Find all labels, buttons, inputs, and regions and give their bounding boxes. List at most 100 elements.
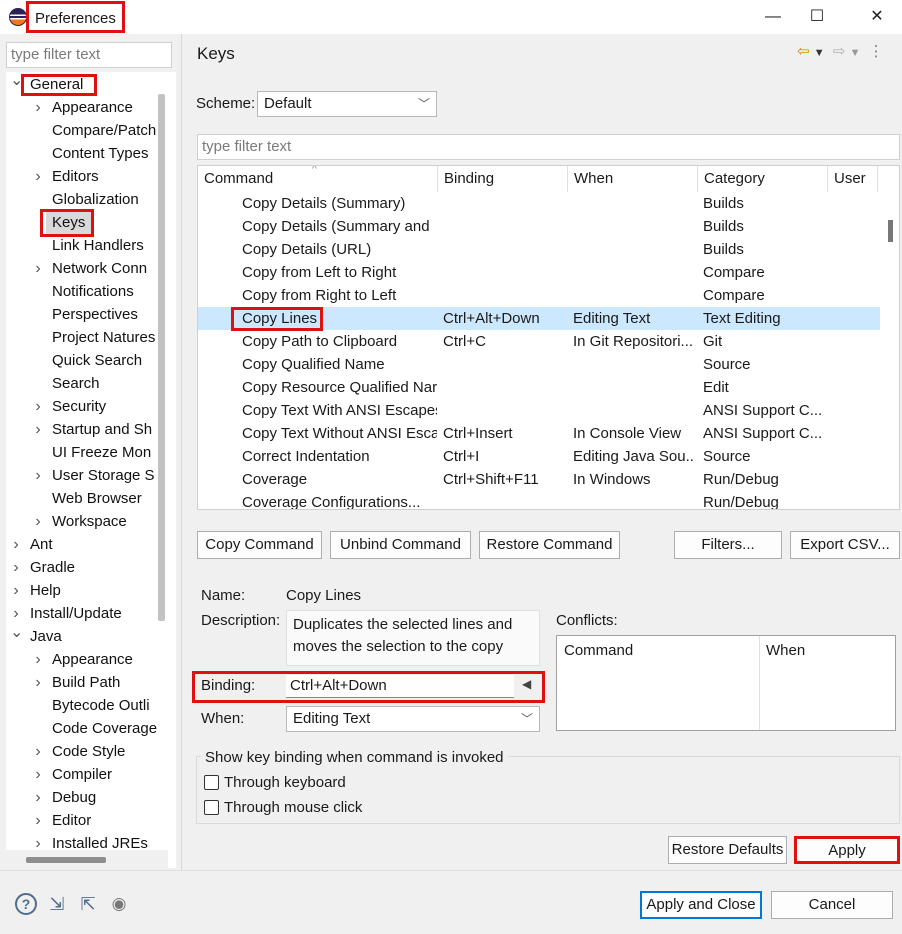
minimize-button[interactable]: —	[750, 0, 796, 34]
table-row[interactable]: Coverage Ctrl+Shift+F11 In Windows Run/Debu…	[198, 468, 880, 491]
tree-item[interactable]: UI Freeze Mon	[6, 441, 158, 464]
import-icon[interactable]: ⇲	[46, 893, 68, 915]
help-icon[interactable]: ?	[15, 893, 37, 915]
tree-item[interactable]: › User Storage S	[6, 464, 158, 487]
chevron-right-icon[interactable]: ›	[32, 165, 44, 188]
conflicts-header-command[interactable]: Command	[564, 642, 633, 659]
maximize-button[interactable]: ☐	[794, 0, 840, 34]
record-icon[interactable]: ◉	[108, 893, 130, 915]
apply-and-close-button[interactable]: Apply and Close	[640, 891, 762, 919]
column-header-when[interactable]: When	[568, 166, 698, 192]
filters-button[interactable]: Filters...	[674, 531, 782, 559]
tree-item[interactable]: Search	[6, 372, 158, 395]
tree-item[interactable]: Code Coverage	[6, 717, 158, 740]
forward-menu-chevron-icon[interactable]: ▼	[850, 47, 861, 59]
chevron-right-icon[interactable]: ›	[32, 740, 44, 763]
tree-item[interactable]: Content Types	[6, 142, 158, 165]
column-header-category[interactable]: Category	[698, 166, 828, 192]
tree-item[interactable]: Link Handlers	[6, 234, 158, 257]
tree-item[interactable]: › Security	[6, 395, 158, 418]
tree-item[interactable]: Bytecode Outli	[6, 694, 158, 717]
view-menu-icon[interactable]: ⋮	[869, 43, 884, 60]
table-row[interactable]: Copy Resource Qualified Nar Edit	[198, 376, 880, 399]
table-row[interactable]: Correct Indentation Ctrl+I Editing Java So…	[198, 445, 880, 468]
copy-command-button[interactable]: Copy Command	[197, 531, 322, 559]
export-csv-button[interactable]: Export CSV...	[790, 531, 900, 559]
tree-item[interactable]: › Gradle	[6, 556, 158, 579]
tree-filter-input[interactable]: type filter text	[6, 42, 172, 68]
chevron-right-icon[interactable]: ›	[10, 533, 22, 556]
column-header-user[interactable]: User	[828, 166, 878, 192]
tree-item[interactable]: › Startup and Sh	[6, 418, 158, 441]
tree-item[interactable]: › Editors	[6, 165, 158, 188]
tree-item[interactable]: › Appearance	[6, 96, 158, 119]
chevron-right-icon[interactable]: ›	[32, 786, 44, 809]
chevron-down-icon[interactable]: ⌄	[10, 621, 23, 644]
table-row[interactable]: Copy Text With ANSI Escapes ANSI Support …	[198, 399, 880, 422]
tree-item[interactable]: ⌄ Java	[6, 624, 158, 648]
tree-item[interactable]: › Code Style	[6, 740, 158, 763]
tree-item[interactable]: › Workspace	[6, 510, 158, 533]
chevron-right-icon[interactable]: ›	[32, 809, 44, 832]
chevron-right-icon[interactable]: ›	[32, 395, 44, 418]
chevron-right-icon[interactable]: ›	[32, 257, 44, 280]
restore-command-button[interactable]: Restore Command	[479, 531, 620, 559]
pane-divider[interactable]	[181, 34, 182, 870]
through-keyboard-label[interactable]: Through keyboard	[224, 774, 346, 791]
tree-item[interactable]: › Debug	[6, 786, 158, 809]
forward-arrow-icon[interactable]: ⇨	[833, 43, 846, 60]
tree-horizontal-scrollbar[interactable]	[26, 857, 106, 863]
tree-item[interactable]: › Ant	[6, 533, 158, 556]
tree-item[interactable]: Notifications	[6, 280, 158, 303]
table-row[interactable]: Copy from Right to Left Compare	[198, 284, 880, 307]
tree-vertical-scrollbar[interactable]	[158, 94, 165, 621]
table-row[interactable]: Copy from Left to Right Compare	[198, 261, 880, 284]
tree-item[interactable]: Compare/Patch	[6, 119, 158, 142]
chevron-right-icon[interactable]: ›	[32, 763, 44, 786]
preference-tree[interactable]: ⌄ General › Appearance Compare/Patch Content …	[6, 72, 176, 868]
tree-item[interactable]: › Build Path	[6, 671, 158, 694]
chevron-right-icon[interactable]: ›	[10, 579, 22, 602]
when-select[interactable]: Editing Text ﹀	[286, 706, 540, 732]
table-row[interactable]: Copy Text Without ANSI Esca Ctrl+Insert In…	[198, 422, 880, 445]
chevron-right-icon[interactable]: ›	[32, 96, 44, 119]
apply-button[interactable]: Apply	[794, 836, 900, 864]
close-button[interactable]: ✕	[854, 0, 900, 34]
column-header-binding[interactable]: Binding	[438, 166, 568, 192]
tree-item[interactable]: › Help	[6, 579, 158, 602]
tree-item[interactable]: › Compiler	[6, 763, 158, 786]
through-keyboard-checkbox[interactable]	[204, 775, 219, 790]
restore-defaults-button[interactable]: Restore Defaults	[668, 836, 787, 864]
export-icon[interactable]: ⇱	[77, 893, 99, 915]
tree-item[interactable]: Quick Search	[6, 349, 158, 372]
tree-item[interactable]: Web Browser	[6, 487, 158, 510]
chevron-right-icon[interactable]: ›	[32, 671, 44, 694]
table-row[interactable]: Copy Details (Summary) Builds	[198, 192, 880, 215]
back-arrow-icon[interactable]: ⇦	[797, 43, 810, 60]
chevron-right-icon[interactable]: ›	[32, 418, 44, 441]
through-mouse-label[interactable]: Through mouse click	[224, 799, 362, 816]
tree-item[interactable]: › Install/Update	[6, 602, 158, 625]
binding-input[interactable]: Ctrl+Alt+Down	[286, 675, 514, 698]
chevron-right-icon[interactable]: ›	[32, 464, 44, 487]
through-mouse-checkbox[interactable]	[204, 800, 219, 815]
table-row[interactable]: Copy Qualified Name Source	[198, 353, 880, 376]
command-filter-input[interactable]: type filter text	[197, 134, 900, 160]
table-row[interactable]: Copy Details (URL) Builds	[198, 238, 880, 261]
table-row[interactable]: Copy Details (Summary and Builds	[198, 215, 880, 238]
chevron-right-icon[interactable]: ›	[32, 510, 44, 533]
tree-item[interactable]: Perspectives	[6, 303, 158, 326]
tree-item[interactable]: Globalization	[6, 188, 158, 211]
table-row[interactable]: Copy Path to Clipboard Ctrl+C In Git Repos…	[198, 330, 880, 353]
keys-table[interactable]: Command ^ Binding When Category User Cop…	[197, 165, 900, 510]
tree-item[interactable]: › Network Conn	[6, 257, 158, 280]
conflicts-table[interactable]: Command When	[556, 635, 896, 731]
table-vertical-scrollbar[interactable]	[888, 220, 893, 242]
cancel-button[interactable]: Cancel	[771, 891, 893, 919]
chevron-right-icon[interactable]: ›	[32, 648, 44, 671]
chevron-right-icon[interactable]: ›	[10, 556, 22, 579]
tree-item[interactable]: › Appearance	[6, 648, 158, 671]
unbind-command-button[interactable]: Unbind Command	[330, 531, 471, 559]
tree-item[interactable]: Project Natures	[6, 326, 158, 349]
table-row[interactable]: Coverage Configurations... Run/Debug	[198, 491, 880, 509]
